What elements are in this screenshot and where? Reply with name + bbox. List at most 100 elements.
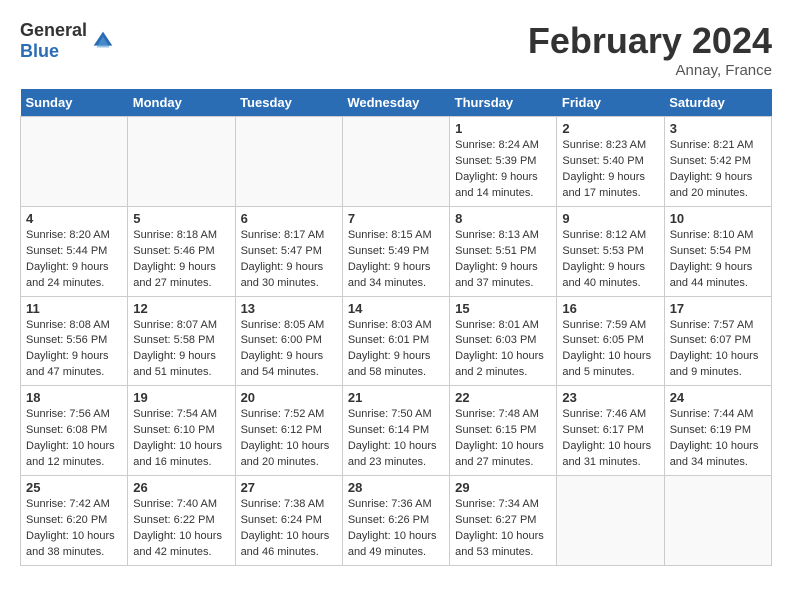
day-number: 7	[348, 211, 444, 226]
calendar-body: 1Sunrise: 8:24 AM Sunset: 5:39 PM Daylig…	[21, 117, 772, 566]
logo-icon	[89, 27, 117, 55]
table-row: 15 Sunrise: 8:01 AM Sunset: 6:03 PM Dayli…	[450, 296, 557, 386]
day-info: Sunrise: 8:12 AM Sunset: 5:53 PM Dayligh…	[562, 228, 658, 292]
table-row: 20 Sunrise: 7:52 AM Sunset: 6:12 PM Dayli…	[235, 386, 342, 476]
day-number: 15	[455, 301, 551, 316]
logo-text: General Blue	[20, 20, 87, 62]
table-row: 8 Sunrise: 8:13 AM Sunset: 5:51 PM Daylig…	[450, 206, 557, 296]
day-number: 1	[455, 121, 551, 136]
day-number: 6	[241, 211, 337, 226]
day-number: 16	[562, 301, 658, 316]
day-info: Sunrise: 7:38 AM Sunset: 6:24 PM Dayligh…	[241, 497, 337, 561]
day-number: 8	[455, 211, 551, 226]
day-info: Sunrise: 7:34 AM Sunset: 6:27 PM Dayligh…	[455, 497, 551, 561]
calendar-week-row: 11 Sunrise: 8:08 AM Sunset: 5:56 PM Dayli…	[21, 296, 772, 386]
day-number: 20	[241, 390, 337, 405]
col-sunday: Sunday	[21, 89, 128, 117]
table-row: 21 Sunrise: 7:50 AM Sunset: 6:14 PM Dayli…	[342, 386, 449, 476]
table-row	[664, 476, 771, 566]
day-info: Sunrise: 8:01 AM Sunset: 6:03 PM Dayligh…	[455, 318, 551, 382]
page-header: General Blue February 2024 Annay, France	[20, 20, 772, 79]
table-row: 25 Sunrise: 7:42 AM Sunset: 6:20 PM Dayli…	[21, 476, 128, 566]
day-info: Sunrise: 8:05 AM Sunset: 6:00 PM Dayligh…	[241, 318, 337, 382]
table-row: 10 Sunrise: 8:10 AM Sunset: 5:54 PM Dayli…	[664, 206, 771, 296]
day-info: Sunrise: 8:18 AM Sunset: 5:46 PM Dayligh…	[133, 228, 229, 292]
col-monday: Monday	[128, 89, 235, 117]
calendar-week-row: 25 Sunrise: 7:42 AM Sunset: 6:20 PM Dayli…	[21, 476, 772, 566]
day-number: 12	[133, 301, 229, 316]
table-row: 27 Sunrise: 7:38 AM Sunset: 6:24 PM Dayli…	[235, 476, 342, 566]
table-row	[21, 117, 128, 207]
calendar-table: Sunday Monday Tuesday Wednesday Thursday…	[20, 89, 772, 566]
location: Annay, France	[528, 62, 772, 79]
day-info: Sunrise: 7:52 AM Sunset: 6:12 PM Dayligh…	[241, 407, 337, 471]
day-info: Sunrise: 7:36 AM Sunset: 6:26 PM Dayligh…	[348, 497, 444, 561]
table-row: 7Sunrise: 8:15 AM Sunset: 5:49 PM Daylig…	[342, 206, 449, 296]
col-wednesday: Wednesday	[342, 89, 449, 117]
day-number: 10	[670, 211, 766, 226]
day-info: Sunrise: 7:54 AM Sunset: 6:10 PM Dayligh…	[133, 407, 229, 471]
table-row	[342, 117, 449, 207]
day-info: Sunrise: 8:13 AM Sunset: 5:51 PM Dayligh…	[455, 228, 551, 292]
title-area: February 2024 Annay, France	[528, 20, 772, 79]
day-number: 19	[133, 390, 229, 405]
month-title: February 2024	[528, 20, 772, 62]
col-tuesday: Tuesday	[235, 89, 342, 117]
logo: General Blue	[20, 20, 117, 62]
col-thursday: Thursday	[450, 89, 557, 117]
day-number: 17	[670, 301, 766, 316]
table-row: 24 Sunrise: 7:44 AM Sunset: 6:19 PM Dayli…	[664, 386, 771, 476]
table-row: 28 Sunrise: 7:36 AM Sunset: 6:26 PM Dayli…	[342, 476, 449, 566]
table-row: 3Sunrise: 8:21 AM Sunset: 5:42 PM Daylig…	[664, 117, 771, 207]
table-row: 19 Sunrise: 7:54 AM Sunset: 6:10 PM Dayli…	[128, 386, 235, 476]
day-info: Sunrise: 8:03 AM Sunset: 6:01 PM Dayligh…	[348, 318, 444, 382]
day-info: Sunrise: 7:42 AM Sunset: 6:20 PM Dayligh…	[26, 497, 122, 561]
day-info: Sunrise: 8:23 AM Sunset: 5:40 PM Dayligh…	[562, 138, 658, 202]
table-row: 5 Sunrise: 8:18 AM Sunset: 5:46 PM Daylig…	[128, 206, 235, 296]
table-row: 23Sunrise: 7:46 AM Sunset: 6:17 PM Dayli…	[557, 386, 664, 476]
day-number: 28	[348, 480, 444, 495]
day-number: 18	[26, 390, 122, 405]
table-row: 1Sunrise: 8:24 AM Sunset: 5:39 PM Daylig…	[450, 117, 557, 207]
day-info: Sunrise: 7:46 AM Sunset: 6:17 PM Dayligh…	[562, 407, 658, 471]
day-number: 24	[670, 390, 766, 405]
day-number: 14	[348, 301, 444, 316]
day-number: 21	[348, 390, 444, 405]
day-number: 22	[455, 390, 551, 405]
day-number: 27	[241, 480, 337, 495]
table-row: 2 Sunrise: 8:23 AM Sunset: 5:40 PM Daylig…	[557, 117, 664, 207]
day-number: 13	[241, 301, 337, 316]
day-number: 25	[26, 480, 122, 495]
day-info: Sunrise: 7:50 AM Sunset: 6:14 PM Dayligh…	[348, 407, 444, 471]
table-row: 9 Sunrise: 8:12 AM Sunset: 5:53 PM Daylig…	[557, 206, 664, 296]
table-row: 6 Sunrise: 8:17 AM Sunset: 5:47 PM Daylig…	[235, 206, 342, 296]
day-number: 4	[26, 211, 122, 226]
table-row: 13 Sunrise: 8:05 AM Sunset: 6:00 PM Dayli…	[235, 296, 342, 386]
day-number: 9	[562, 211, 658, 226]
table-row: 4Sunrise: 8:20 AM Sunset: 5:44 PM Daylig…	[21, 206, 128, 296]
logo-general: General	[20, 20, 87, 40]
day-number: 11	[26, 301, 122, 316]
day-info: Sunrise: 7:40 AM Sunset: 6:22 PM Dayligh…	[133, 497, 229, 561]
day-number: 2	[562, 121, 658, 136]
day-info: Sunrise: 7:44 AM Sunset: 6:19 PM Dayligh…	[670, 407, 766, 471]
table-row	[128, 117, 235, 207]
table-row: 26Sunrise: 7:40 AM Sunset: 6:22 PM Dayli…	[128, 476, 235, 566]
calendar-week-row: 4Sunrise: 8:20 AM Sunset: 5:44 PM Daylig…	[21, 206, 772, 296]
day-info: Sunrise: 8:08 AM Sunset: 5:56 PM Dayligh…	[26, 318, 122, 382]
day-number: 5	[133, 211, 229, 226]
table-row: 14 Sunrise: 8:03 AM Sunset: 6:01 PM Dayli…	[342, 296, 449, 386]
calendar-week-row: 18 Sunrise: 7:56 AM Sunset: 6:08 PM Dayli…	[21, 386, 772, 476]
day-info: Sunrise: 8:10 AM Sunset: 5:54 PM Dayligh…	[670, 228, 766, 292]
day-info: Sunrise: 8:07 AM Sunset: 5:58 PM Dayligh…	[133, 318, 229, 382]
table-row	[557, 476, 664, 566]
day-number: 3	[670, 121, 766, 136]
day-info: Sunrise: 7:48 AM Sunset: 6:15 PM Dayligh…	[455, 407, 551, 471]
day-info: Sunrise: 7:59 AM Sunset: 6:05 PM Dayligh…	[562, 318, 658, 382]
table-row: 22 Sunrise: 7:48 AM Sunset: 6:15 PM Dayli…	[450, 386, 557, 476]
day-info: Sunrise: 7:56 AM Sunset: 6:08 PM Dayligh…	[26, 407, 122, 471]
day-info: Sunrise: 8:17 AM Sunset: 5:47 PM Dayligh…	[241, 228, 337, 292]
table-row: 16 Sunrise: 7:59 AM Sunset: 6:05 PM Dayli…	[557, 296, 664, 386]
calendar-header-row: Sunday Monday Tuesday Wednesday Thursday…	[21, 89, 772, 117]
table-row: 17Sunrise: 7:57 AM Sunset: 6:07 PM Dayli…	[664, 296, 771, 386]
